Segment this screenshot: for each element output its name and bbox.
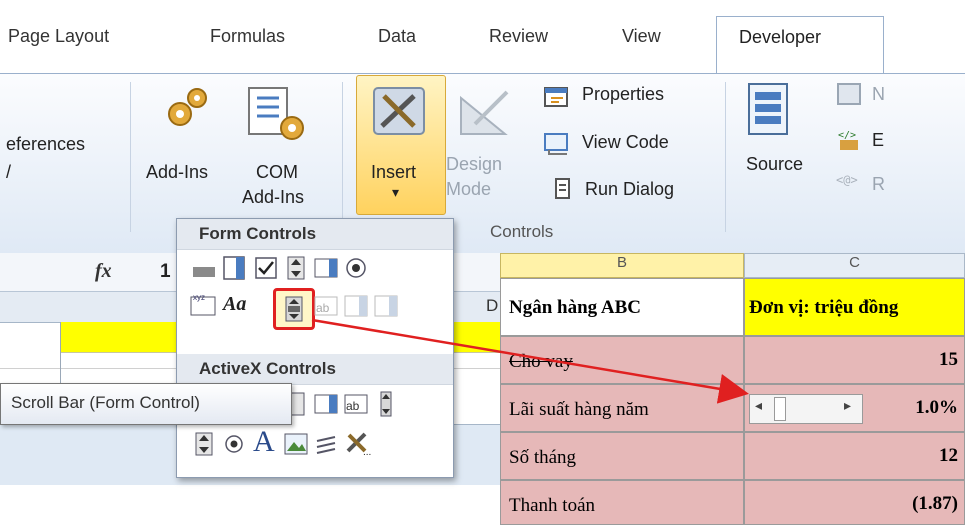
months-value-cell[interactable]: 12 [744, 432, 965, 480]
design-mode-icon [460, 90, 509, 135]
add-ins-button[interactable]: Add-Ins [146, 162, 208, 183]
fx-icon[interactable]: fx [95, 260, 112, 283]
group-separator [342, 82, 343, 232]
interest-scroll-bar[interactable]: ◂ ▸ [749, 394, 863, 424]
tab-view[interactable]: View [622, 26, 661, 47]
source-icon [748, 83, 788, 135]
group-separator [725, 82, 726, 232]
view-code-icon [544, 133, 568, 155]
unit-cell[interactable]: Đơn vị: triệu đồng [744, 278, 965, 336]
tools-icon [373, 87, 425, 135]
option-button-icon[interactable] [343, 255, 369, 281]
interest-label-cell[interactable]: Lãi suất hàng năm [500, 384, 744, 432]
interest-value: 1.0% [915, 397, 958, 418]
properties-icon [544, 87, 568, 107]
activex-text-box-icon[interactable]: ab [343, 391, 369, 417]
combo-box-icon[interactable] [221, 255, 247, 281]
map-properties-icon [837, 83, 861, 105]
spreadsheet-table: B C Ngân hàng ABC Đơn vị: triệu đồng Cho… [500, 253, 965, 525]
group-box-icon[interactable]: xyz [189, 291, 219, 317]
run-dialog-button[interactable]: Run Dialog [585, 179, 674, 200]
ribbon: eferences / Add-Ins COM Add-Ins Insert ▾… [0, 73, 965, 255]
expansion-packs-icon: </> [838, 130, 858, 150]
text-field-icon: ab [314, 296, 338, 316]
scroll-left-icon[interactable]: ◂ [755, 398, 762, 415]
scroll-right-icon[interactable]: ▸ [844, 398, 851, 415]
tab-developer[interactable]: Developer [716, 16, 884, 74]
button-control-icon[interactable] [191, 257, 217, 283]
table-row: Lãi suất hàng năm ◂ ▸ 1.0% [500, 384, 965, 432]
insert-label: Insert [371, 162, 417, 182]
svg-text:ab: ab [346, 399, 360, 413]
months-label-cell[interactable]: Số tháng [500, 432, 744, 480]
svg-text:ab: ab [316, 301, 330, 315]
controls-dropdown: Form Controls xyz Aa ab ActiveX Controls… [176, 218, 454, 478]
activex-image-icon[interactable] [283, 431, 309, 457]
scroll-bar-tooltip: Scroll Bar (Form Control) [0, 383, 292, 425]
more-controls-icon[interactable]: ... [343, 429, 375, 455]
activex-option-button-icon[interactable] [221, 431, 247, 457]
tab-page-layout[interactable]: Page Layout [8, 26, 109, 47]
gear-icon [168, 88, 207, 126]
com-add-ins-label: Add-Ins [242, 187, 305, 207]
activex-controls-header: ActiveX Controls [177, 354, 453, 385]
view-code-button[interactable]: View Code [582, 132, 669, 153]
design-mode-button[interactable]: Design [446, 154, 502, 175]
combo-dropdown-icon [374, 295, 398, 317]
tab-review[interactable]: Review [489, 26, 548, 47]
table-row: Thanh toán (1.87) [500, 480, 965, 525]
map-properties-button[interactable]: N [872, 84, 885, 105]
refresh-data-button[interactable]: R [872, 174, 885, 195]
loan-value-cell[interactable]: 15 [744, 336, 965, 384]
tab-formulas[interactable]: Formulas [210, 26, 285, 47]
references-sub: / [6, 162, 12, 182]
svg-text:<@>: <@> [836, 173, 858, 187]
scroll-thumb[interactable] [774, 397, 786, 421]
combo-list-icon [344, 295, 368, 317]
payment-value-cell[interactable]: (1.87) [744, 480, 965, 525]
activex-label-icon[interactable]: A [253, 425, 275, 459]
label-control-icon[interactable]: Aa [223, 293, 246, 316]
payment-label-cell[interactable]: Thanh toán [500, 480, 744, 525]
column-header-d[interactable]: D [486, 296, 498, 316]
scroll-bar-icon [285, 296, 303, 322]
com-add-ins-button[interactable]: COM [256, 162, 298, 183]
activex-list-box-icon[interactable] [313, 391, 339, 417]
svg-text:xyz: xyz [193, 293, 205, 302]
table-row: Cho vay 15 [500, 336, 965, 384]
activex-spin-button-icon[interactable] [191, 431, 217, 457]
svg-text:...: ... [363, 447, 371, 455]
controls-group-label: Controls [490, 222, 554, 241]
scroll-bar-control-button[interactable] [273, 288, 315, 330]
table-row-title: Ngân hàng ABC Đơn vị: triệu đồng [500, 278, 965, 336]
design-mode-label: Mode [446, 179, 492, 199]
group-separator [130, 82, 131, 232]
com-add-ins-icon [248, 87, 304, 140]
tab-data[interactable]: Data [378, 26, 416, 47]
properties-button[interactable]: Properties [582, 84, 664, 105]
run-dialog-icon [555, 178, 570, 199]
list-box-icon[interactable] [313, 255, 339, 281]
ribbon-tabs: Page Layout Formulas Data Review View De… [0, 0, 965, 74]
form-controls-header: Form Controls [177, 219, 453, 250]
check-box-icon[interactable] [253, 255, 279, 281]
interest-value-cell[interactable]: ◂ ▸ 1.0% [744, 384, 965, 432]
table-row: Số tháng 12 [500, 432, 965, 480]
activex-toggle-icon[interactable] [313, 431, 339, 457]
expansion-packs-button[interactable]: E [872, 130, 884, 151]
column-header-b[interactable]: B [500, 253, 744, 278]
refresh-data-icon: <@> [836, 173, 858, 187]
chevron-down-icon: ▾ [392, 184, 400, 200]
column-header-c[interactable]: C [744, 253, 965, 278]
source-button[interactable]: Source [746, 154, 803, 175]
bank-name-cell[interactable]: Ngân hàng ABC [500, 278, 744, 336]
svg-text:</>: </> [838, 130, 856, 141]
activex-scroll-bar-icon[interactable] [373, 391, 399, 417]
references-label[interactable]: eferences [6, 134, 85, 155]
formula-input[interactable]: 1 [160, 261, 171, 283]
loan-label-cell[interactable]: Cho vay [500, 336, 744, 384]
spin-button-icon[interactable] [283, 255, 309, 281]
